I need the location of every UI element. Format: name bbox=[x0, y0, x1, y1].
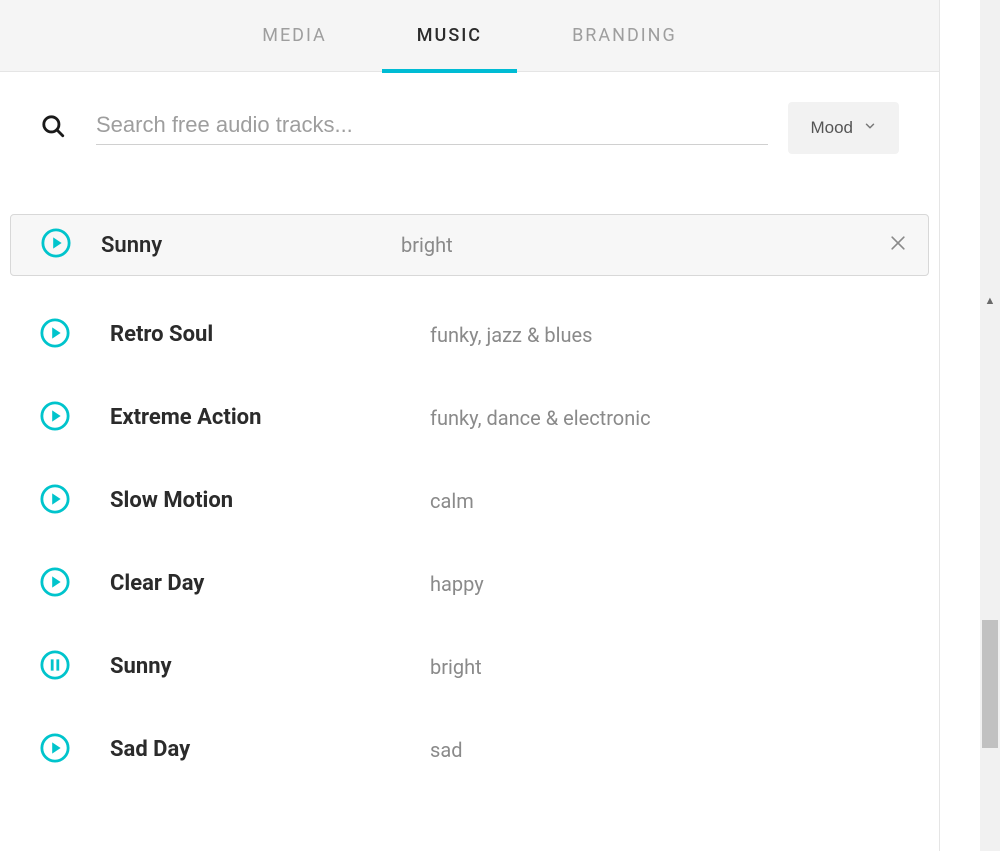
play-icon[interactable] bbox=[40, 733, 70, 767]
track-title: Slow Motion bbox=[110, 488, 430, 513]
top-tabs: MEDIA MUSIC BRANDING bbox=[0, 0, 939, 72]
play-icon[interactable] bbox=[41, 228, 71, 262]
track-title: Extreme Action bbox=[110, 405, 430, 430]
play-icon[interactable] bbox=[40, 318, 70, 352]
tab-branding[interactable]: BRANDING bbox=[572, 0, 677, 72]
tab-music[interactable]: MUSIC bbox=[417, 0, 482, 72]
selected-track-tags: bright bbox=[401, 233, 888, 257]
tab-media[interactable]: MEDIA bbox=[262, 0, 327, 72]
scrollbar-thumb[interactable] bbox=[982, 620, 998, 748]
track-title: Sad Day bbox=[110, 737, 430, 762]
pause-icon[interactable] bbox=[40, 650, 70, 684]
search-row: Mood bbox=[0, 72, 939, 174]
track-title: Sunny bbox=[110, 654, 430, 679]
track-row[interactable]: Slow Motion calm bbox=[0, 459, 939, 542]
play-icon[interactable] bbox=[40, 484, 70, 518]
play-icon[interactable] bbox=[40, 401, 70, 435]
track-row[interactable]: Sad Day sad bbox=[0, 708, 939, 791]
close-icon[interactable] bbox=[888, 233, 908, 257]
track-row[interactable]: Clear Day happy bbox=[0, 542, 939, 625]
play-icon[interactable] bbox=[40, 567, 70, 601]
chevron-down-icon bbox=[863, 118, 877, 138]
track-list: Ofelia's Dream sad Retro Soul funky, jaz… bbox=[0, 272, 939, 851]
scroll-up-arrow-icon[interactable]: ▲ bbox=[980, 290, 1000, 310]
track-row[interactable]: Retro Soul funky, jazz & blues bbox=[0, 293, 939, 376]
search-input[interactable] bbox=[96, 112, 768, 138]
selected-track-title: Sunny bbox=[101, 233, 401, 258]
page-scrollbar[interactable]: ▲ bbox=[980, 0, 1000, 851]
search-input-wrap bbox=[96, 112, 768, 145]
track-tags: sad bbox=[430, 738, 462, 762]
track-tags: happy bbox=[430, 572, 484, 596]
track-tags: funky, dance & electronic bbox=[430, 406, 651, 430]
search-icon bbox=[40, 113, 66, 143]
track-row[interactable]: Sunny bright bbox=[0, 625, 939, 708]
mood-filter-button[interactable]: Mood bbox=[788, 102, 899, 154]
selected-track-bar[interactable]: Sunny bright bbox=[10, 214, 929, 276]
track-tags: funky, jazz & blues bbox=[430, 323, 592, 347]
track-tags: bright bbox=[430, 655, 482, 679]
track-title: Retro Soul bbox=[110, 322, 430, 347]
mood-filter-label: Mood bbox=[810, 118, 853, 138]
track-row[interactable]: Ofelia's Dream sad bbox=[0, 272, 939, 293]
track-row[interactable]: Extreme Action funky, dance & electronic bbox=[0, 376, 939, 459]
track-title: Clear Day bbox=[110, 571, 430, 596]
track-tags: calm bbox=[430, 489, 474, 513]
